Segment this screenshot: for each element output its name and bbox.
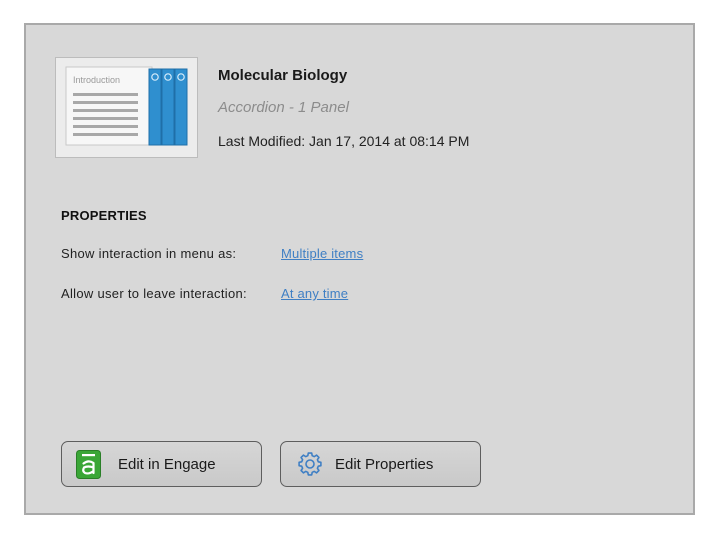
- engage-icon: [76, 449, 101, 479]
- edit-properties-label: Edit Properties: [335, 455, 434, 473]
- edit-in-engage-label: Edit in Engage: [118, 455, 216, 473]
- thumbnail-label: Introduction: [73, 75, 120, 85]
- accordion-thumbnail-icon: Introduction: [65, 66, 188, 146]
- interaction-panel: Introduction Molecular Biology Accordion…: [24, 23, 695, 515]
- last-modified: Last Modified: Jan 17, 2014 at 08:14 PM: [218, 133, 470, 149]
- interaction-thumbnail: Introduction: [55, 57, 198, 158]
- properties-heading: PROPERTIES: [61, 208, 147, 223]
- edit-properties-button[interactable]: Edit Properties: [280, 441, 481, 487]
- menu-display-link[interactable]: Multiple items: [281, 246, 363, 261]
- menu-display-label: Show interaction in menu as:: [61, 246, 237, 261]
- interaction-type: Accordion - 1 Panel: [218, 99, 349, 116]
- edit-in-engage-button[interactable]: Edit in Engage: [61, 441, 262, 487]
- gear-icon: [298, 452, 322, 476]
- leave-interaction-link[interactable]: At any time: [281, 286, 348, 301]
- interaction-title: Molecular Biology: [218, 67, 348, 84]
- leave-interaction-label: Allow user to leave interaction:: [61, 286, 247, 301]
